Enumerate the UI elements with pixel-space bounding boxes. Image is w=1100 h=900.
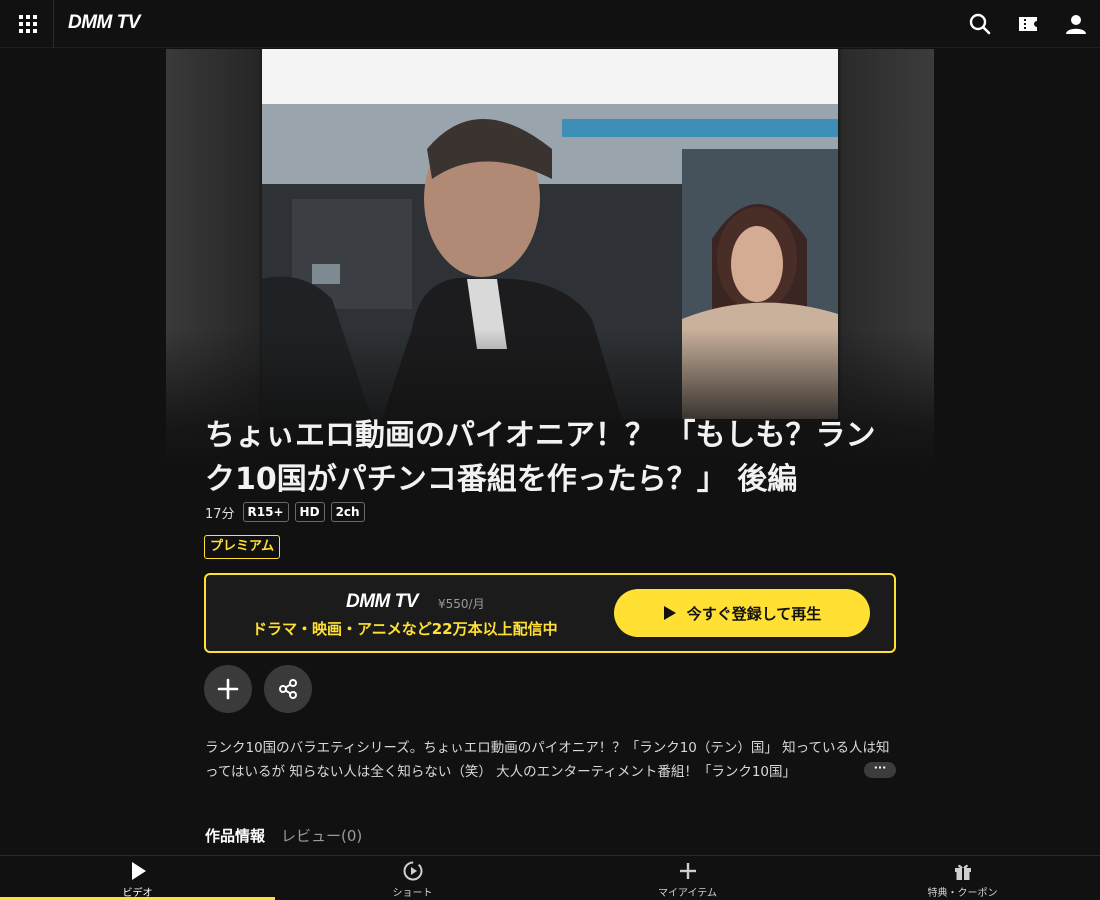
- apps-menu-button[interactable]: [0, 0, 54, 48]
- quality-badge: HD: [294, 502, 325, 522]
- promo-text: ドラマ・映画・アニメなど22万本以上配信中: [252, 620, 558, 638]
- promo-logo: DMM TV: [346, 591, 418, 612]
- nav-label: ショート: [392, 888, 433, 899]
- play-icon: [131, 862, 146, 880]
- cta-label: 今すぐ登録して再生: [686, 604, 822, 623]
- user-icon[interactable]: [1064, 12, 1088, 36]
- duration-text: 17分: [205, 506, 235, 522]
- subscription-promo: DMM TV ¥550/月 ドラマ・映画・アニメなど22万本以上配信中 今すぐ登…: [204, 573, 896, 653]
- premium-badge: プレミアム: [204, 535, 281, 559]
- gift-icon: [954, 864, 971, 880]
- description-text: ランク10国のバラエティシリーズ。ちょぃエロ動画のパイオニア！？「ランク10（テ…: [205, 740, 890, 780]
- add-icon: [217, 678, 239, 700]
- short-video-icon: [403, 861, 422, 881]
- dmm-tv-logo[interactable]: DMM TV: [68, 12, 140, 34]
- share-icon: [279, 679, 297, 699]
- apps-grid-icon: [19, 15, 37, 33]
- nav-label: 特典・クーポン: [927, 888, 998, 899]
- add-to-mylist-button[interactable]: [204, 665, 252, 713]
- subscribe-play-button[interactable]: 今すぐ登録して再生: [614, 589, 870, 637]
- nav-label: マイアイテム: [658, 888, 717, 899]
- plus-icon: [679, 863, 696, 879]
- rating-badge: R15+: [242, 502, 289, 522]
- page-title: ちょぃエロ動画のパイオニア！？ 「もしも？ランク10国がパチンコ番組を作ったら？…: [205, 418, 876, 497]
- ticket-icon[interactable]: [1016, 12, 1040, 36]
- expand-description-button[interactable]: ···: [864, 762, 896, 778]
- tab-reviews[interactable]: レビュー(0): [281, 825, 362, 846]
- nav-item-video[interactable]: ビデオ: [0, 856, 275, 900]
- share-button[interactable]: [264, 665, 312, 713]
- play-icon: [663, 606, 676, 620]
- detail-tabs: 作品情報 レビュー(0): [205, 825, 362, 846]
- audio-badge: 2ch: [330, 502, 365, 522]
- search-icon[interactable]: [968, 12, 992, 36]
- meta-row: 17分 R15+ HD 2ch: [205, 501, 365, 523]
- nav-item-short[interactable]: ショート: [275, 856, 550, 900]
- top-bar: DMM TV: [0, 0, 1100, 48]
- hero-banner: [166, 49, 934, 469]
- tab-work-info[interactable]: 作品情報: [205, 825, 265, 846]
- promo-price: ¥550/月: [438, 597, 485, 611]
- bottom-navigation: ビデオ ショート マイアイテム 特典・クーポン: [0, 855, 1100, 900]
- nav-item-my-items[interactable]: マイアイテム: [550, 856, 825, 900]
- nav-item-rewards[interactable]: 特典・クーポン: [825, 856, 1100, 900]
